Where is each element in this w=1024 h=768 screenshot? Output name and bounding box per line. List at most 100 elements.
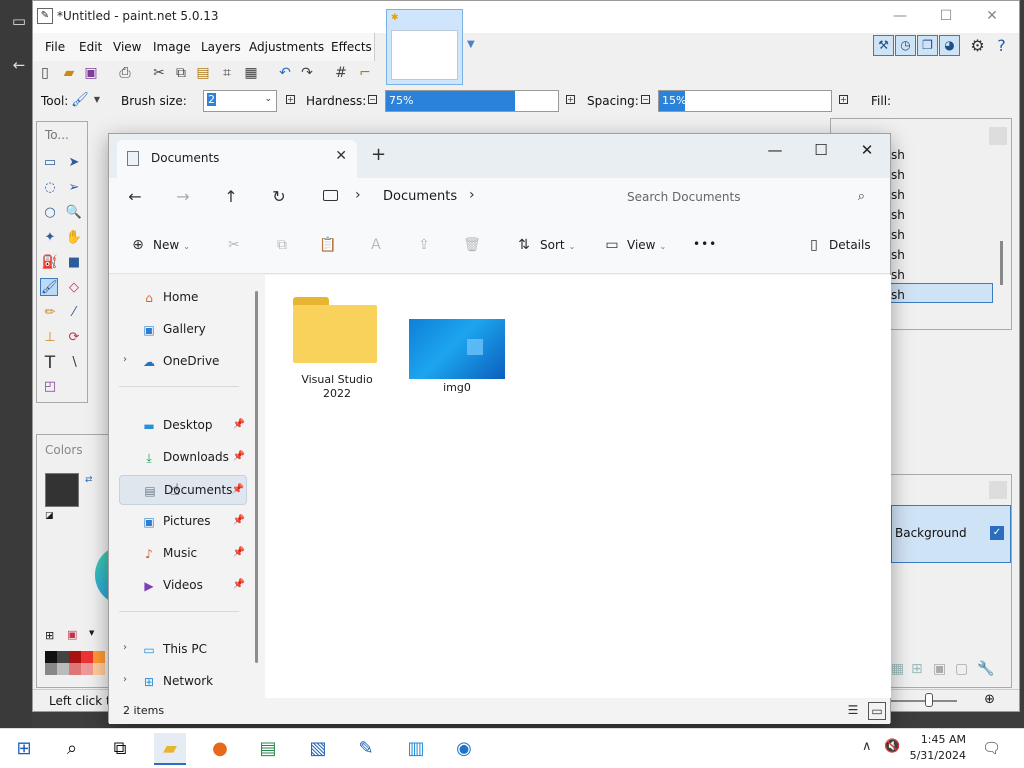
new-plus-icon[interactable]: ⊕ xyxy=(129,236,147,254)
settings-gear-icon[interactable]: ⚙ xyxy=(967,35,988,56)
pin-icon[interactable]: 📌 xyxy=(233,547,245,558)
deselect-icon[interactable]: ▦ xyxy=(243,65,259,81)
primary-color-swatch[interactable] xyxy=(45,473,79,507)
details-view-icon[interactable]: ☰ xyxy=(844,702,862,720)
new-tab-icon[interactable]: + xyxy=(371,146,386,164)
paintnet-taskbar-icon[interactable]: ✎ xyxy=(350,733,382,765)
close-button[interactable]: ✕ xyxy=(969,5,1015,27)
clone-stamp-icon[interactable]: ⊥ xyxy=(41,329,59,347)
layer-properties-icon[interactable]: 🔧 xyxy=(977,661,994,677)
cut-icon[interactable]: ✂ xyxy=(225,236,243,254)
menu-effects[interactable]: Effects xyxy=(331,40,372,54)
history-item[interactable]: sh xyxy=(891,248,905,262)
history-item[interactable]: sh xyxy=(891,168,905,182)
rectangle-select-icon[interactable]: ▭ xyxy=(41,154,59,172)
nav-item-videos[interactable]: ▶ Videos 📌 xyxy=(119,571,247,601)
address-bar[interactable]: › Documents › xyxy=(319,182,611,212)
brush-size-input[interactable]: 2 ⌄ xyxy=(203,90,277,112)
ruler-icon[interactable]: ⌐ xyxy=(357,65,373,81)
grid-icon[interactable]: # xyxy=(333,65,349,81)
palette-swatch[interactable] xyxy=(81,651,93,663)
nav-item-music[interactable]: ♪ Music 📌 xyxy=(119,539,247,569)
search-icon[interactable]: ⌕ xyxy=(56,733,88,765)
details-button[interactable]: Details xyxy=(829,238,871,252)
paint-bucket-icon[interactable]: ⛽ xyxy=(41,254,59,272)
briefcase-icon[interactable]: ▭ xyxy=(10,12,28,30)
save-icon[interactable]: ▣ xyxy=(83,65,99,81)
nav-scrollbar[interactable] xyxy=(255,291,258,663)
spacing-more-icon[interactable]: + xyxy=(839,95,848,104)
browser-icon[interactable]: ◉ xyxy=(448,733,480,765)
pin-icon[interactable]: 📌 xyxy=(232,484,244,495)
pin-icon[interactable]: 📌 xyxy=(233,579,245,590)
more-options-button[interactable]: ••• xyxy=(693,237,717,251)
reset-colors-icon[interactable]: ◪ xyxy=(45,511,54,521)
clock[interactable]: 1:45 AM 5/31/2024 xyxy=(910,732,966,764)
this-pc-icon[interactable] xyxy=(323,190,338,201)
pin-icon[interactable]: 📌 xyxy=(233,451,245,462)
nav-item-network[interactable]: › ⊞ Network xyxy=(119,667,247,697)
file-item-folder[interactable]: Visual Studio 2022 xyxy=(287,297,387,417)
lasso-select-icon[interactable]: ◌ xyxy=(41,179,59,197)
history-item[interactable]: sh xyxy=(891,228,905,242)
explorer-maximize-button[interactable]: ☐ xyxy=(798,140,844,162)
gradient-icon[interactable]: ■ xyxy=(65,254,83,272)
nav-item-gallery[interactable]: ▣ Gallery xyxy=(119,315,247,345)
history-item[interactable]: sh xyxy=(891,208,905,222)
add-layer-icon[interactable]: ▦ xyxy=(891,661,904,677)
history-window-toggle-icon[interactable]: ◷ xyxy=(895,35,916,56)
palette-swatch[interactable] xyxy=(81,663,93,675)
search-input[interactable] xyxy=(627,186,837,208)
history-item[interactable]: sh xyxy=(891,288,905,302)
redo-icon[interactable]: ↷ xyxy=(299,65,315,81)
sort-button[interactable]: Sort ⌄ xyxy=(540,238,575,252)
layers-window-toggle-icon[interactable]: ❐ xyxy=(917,35,938,56)
hardness-decrease-icon[interactable]: − xyxy=(368,95,377,104)
nav-item-home[interactable]: ⌂ Home xyxy=(119,283,247,313)
cut-icon[interactable]: ✂ xyxy=(151,65,167,81)
history-scrollbar[interactable] xyxy=(1000,241,1003,285)
menu-image[interactable]: Image xyxy=(153,40,191,54)
print-icon[interactable]: ⎙ xyxy=(117,65,133,81)
layers-panel-close-icon[interactable] xyxy=(989,481,1007,499)
view-icon[interactable]: ▭ xyxy=(603,236,621,254)
magic-wand-icon[interactable]: ✦ xyxy=(41,229,59,247)
palette-swatch[interactable] xyxy=(69,651,81,663)
history-item[interactable]: sh xyxy=(891,148,905,162)
file-explorer-taskbar-icon[interactable]: ▰ xyxy=(154,733,186,765)
spacing-decrease-icon[interactable]: − xyxy=(641,95,650,104)
pencil-icon[interactable]: ✏ xyxy=(41,304,59,322)
back-arrow-icon[interactable]: ← xyxy=(10,56,28,74)
swap-colors-icon[interactable]: ⇄ xyxy=(85,475,93,485)
layer-row-background[interactable]: Background ✓ xyxy=(891,505,1011,563)
paintnet-titlebar[interactable]: ✎ *Untitled - paint.net 5.0.13 — ☐ ✕ xyxy=(33,1,1019,33)
task-view-icon[interactable]: ⧉ xyxy=(104,733,136,765)
search-icon[interactable]: ⌕ xyxy=(858,189,865,204)
minimize-button[interactable]: — xyxy=(877,5,923,27)
palette-dropdown-icon[interactable]: ▼ xyxy=(89,629,94,637)
nav-item-documents[interactable]: ▤ Documents 📌 xyxy=(119,475,247,505)
menu-file[interactable]: File xyxy=(45,40,65,54)
shapes-icon[interactable]: ◰ xyxy=(41,378,59,396)
text-tool-icon[interactable]: T xyxy=(41,354,59,372)
pin-icon[interactable]: 📌 xyxy=(233,419,245,430)
paintbrush-tool-icon[interactable]: 🖌 xyxy=(71,92,89,108)
start-windows-icon[interactable]: ⊞ xyxy=(8,733,40,765)
new-file-icon[interactable]: ▯ xyxy=(37,65,53,81)
paintbrush-icon[interactable]: 🖌 xyxy=(40,278,58,296)
app-taskbar-icon[interactable]: ▤ xyxy=(252,733,284,765)
address-chevron-icon[interactable]: › xyxy=(469,187,475,203)
notepad-icon[interactable]: ▥ xyxy=(400,733,432,765)
forward-icon[interactable]: → xyxy=(173,187,193,207)
duplicate-layer-icon[interactable]: ▣ xyxy=(933,661,946,677)
show-hidden-icons-icon[interactable]: ∧ xyxy=(862,739,872,754)
menu-view[interactable]: View xyxy=(113,40,141,54)
nav-item-desktop[interactable]: ▬ Desktop 📌 xyxy=(119,411,247,441)
address-location[interactable]: Documents xyxy=(383,189,457,204)
delete-layer-icon[interactable]: ⊞ xyxy=(911,661,923,677)
address-chevron-icon[interactable]: › xyxy=(355,187,361,203)
menu-adjustments[interactable]: Adjustments xyxy=(249,40,324,54)
delete-icon[interactable]: 🗑 xyxy=(463,236,481,254)
explorer-close-button[interactable]: ✕ xyxy=(844,140,890,162)
history-item[interactable]: sh xyxy=(891,188,905,202)
